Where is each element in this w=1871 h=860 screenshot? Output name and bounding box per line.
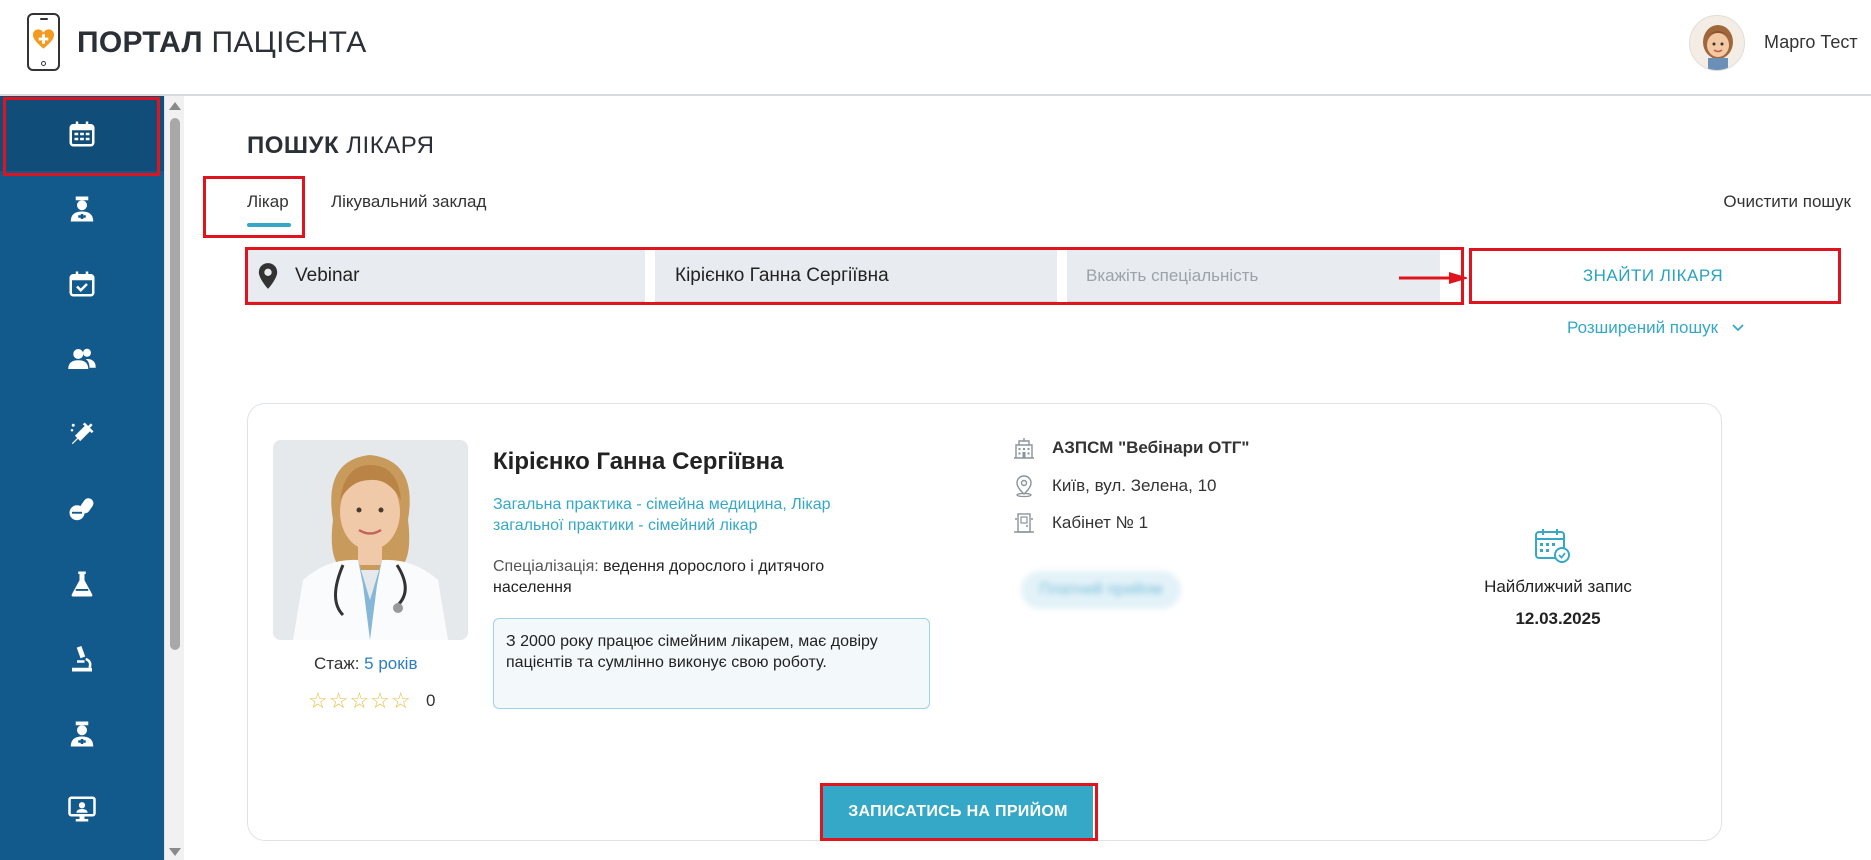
doctor-photo[interactable] bbox=[273, 440, 468, 640]
doctor-about: З 2000 року працює сімейним лікарем, має… bbox=[493, 618, 930, 709]
chevron-down-icon bbox=[1732, 324, 1744, 332]
sidebar-item-lab[interactable] bbox=[0, 546, 164, 621]
specialty-placeholder: Вкажіть спеціальність bbox=[1086, 265, 1259, 285]
sidebar-item-appointments[interactable] bbox=[0, 96, 164, 171]
sidebar-item-declaration[interactable] bbox=[0, 696, 164, 771]
rating-stars: ☆☆☆☆☆ bbox=[308, 688, 412, 713]
scroll-up-arrow-icon[interactable] bbox=[169, 102, 181, 110]
page-title: ПОШУК ЛІКАРЯ bbox=[247, 132, 435, 159]
pills-icon bbox=[69, 497, 94, 520]
nearest-appointment-date: 12.03.2025 bbox=[1515, 609, 1601, 628]
book-appointment-button[interactable]: ЗАПИСАТИСЬ НА ПРИЙОМ bbox=[823, 786, 1093, 838]
room-row: Кабінет № 1 bbox=[1012, 511, 1148, 535]
nearest-appointment-label: Найближчий запис bbox=[1484, 577, 1632, 596]
flask-icon bbox=[71, 571, 93, 596]
experience-value: 5 років bbox=[364, 654, 418, 673]
address-row: Київ, вул. Зелена, 10 bbox=[1012, 474, 1216, 498]
clear-search-link[interactable]: Очистити пошук bbox=[1723, 192, 1851, 212]
doctor-name-value: Кірієнко Ганна Сергіївна bbox=[675, 264, 889, 286]
building-icon bbox=[1014, 438, 1034, 459]
doctor-specialization: Спеціалізація: ведення дорослого і дитяч… bbox=[493, 558, 825, 596]
doctor-name-field[interactable]: Кірієнко Ганна Сергіївна bbox=[655, 250, 1057, 302]
specialty-field[interactable]: Вкажіть спеціальність bbox=[1067, 250, 1440, 302]
location-pin-icon bbox=[258, 262, 278, 289]
advanced-search-link[interactable]: Розширений пошук bbox=[1567, 318, 1745, 338]
doctor-alt-icon bbox=[70, 721, 94, 746]
experience: Стаж: 5 років bbox=[314, 654, 418, 673]
sidebar-item-research[interactable] bbox=[0, 621, 164, 696]
scroll-down-arrow-icon[interactable] bbox=[169, 848, 181, 856]
calendar-icon bbox=[69, 121, 95, 146]
users-icon bbox=[68, 348, 96, 369]
sidebar-item-family[interactable] bbox=[0, 321, 164, 396]
location-field[interactable]: Vebinar bbox=[247, 250, 645, 302]
app-logo[interactable]: ПОРТАЛ ПАЦІЄНТА bbox=[77, 26, 367, 60]
avatar[interactable] bbox=[1689, 15, 1745, 71]
sidebar-item-visits[interactable] bbox=[0, 246, 164, 321]
doctor-specialties: Загальна практика - сімейна медицина, Лі… bbox=[493, 496, 831, 534]
sidebar-item-vaccination[interactable] bbox=[0, 396, 164, 471]
sidebar-item-doctors[interactable] bbox=[0, 171, 164, 246]
find-doctor-button[interactable]: ЗНАЙТИ ЛІКАРЯ bbox=[1467, 250, 1839, 302]
annotation-arrow-icon bbox=[1399, 272, 1469, 284]
top-header: ПОРТАЛ ПАЦІЄНТА Марго Тест bbox=[0, 0, 1871, 96]
door-icon bbox=[1014, 513, 1034, 533]
sidebar bbox=[0, 96, 164, 860]
map-pin-icon bbox=[1016, 475, 1032, 498]
calendar-check-icon bbox=[69, 271, 95, 296]
location-value: Vebinar bbox=[295, 264, 360, 286]
sidebar-item-medicines[interactable] bbox=[0, 471, 164, 546]
calendar-clock-icon bbox=[1535, 529, 1570, 563]
syringe-icon bbox=[70, 422, 94, 444]
main-content: ПОШУК ЛІКАРЯ Лікар Лікувальний заклад Оч… bbox=[184, 96, 1871, 860]
doctor-card: Стаж: 5 років ☆☆☆☆☆ 0 Кірієнко Ганна Сер… bbox=[247, 403, 1722, 841]
logo-phone-icon bbox=[27, 13, 60, 71]
rating-count: 0 bbox=[426, 691, 436, 710]
tab-facility[interactable]: Лікувальний заклад bbox=[331, 192, 486, 212]
microscope-icon bbox=[72, 645, 92, 671]
paid-badge: Платний прийом bbox=[1021, 571, 1181, 609]
doctor-icon bbox=[70, 196, 94, 221]
user-name[interactable]: Марго Тест bbox=[1764, 32, 1858, 53]
tab-active-indicator bbox=[247, 223, 291, 227]
sidebar-item-telemedicine[interactable] bbox=[0, 771, 164, 846]
scroll-thumb[interactable] bbox=[170, 118, 180, 650]
doctor-name[interactable]: Кірієнко Ганна Сергіївна bbox=[493, 448, 783, 476]
clinic-row: АЗПСМ "Вебінари ОТГ" bbox=[1012, 436, 1249, 460]
scrollbar[interactable] bbox=[164, 96, 184, 860]
tab-doctor[interactable]: Лікар bbox=[247, 192, 289, 212]
telemedicine-icon bbox=[68, 796, 96, 821]
